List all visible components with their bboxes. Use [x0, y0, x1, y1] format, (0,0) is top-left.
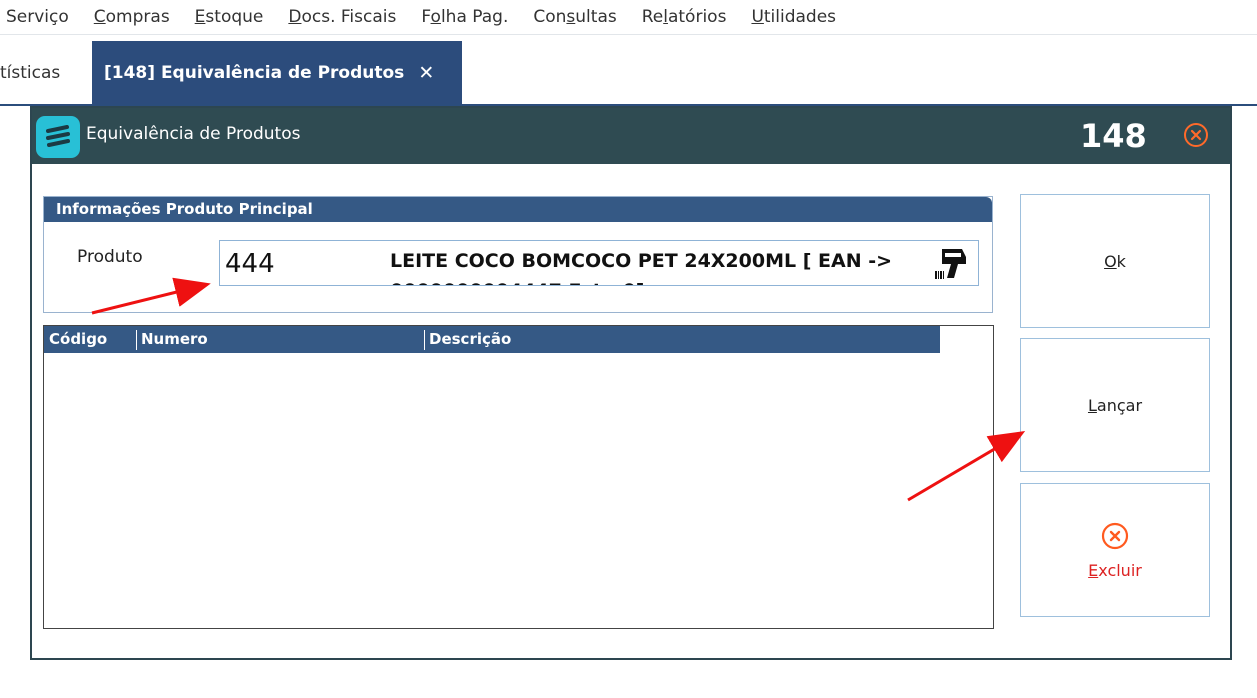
- tab-close-icon[interactable]: ✕: [418, 62, 434, 84]
- equivalencia-dialog: Equivalência de Produtos 148 Informações…: [30, 106, 1232, 660]
- produto-description: LEITE COCO BOMCOCO PET 24X200ML [ EAN ->…: [390, 250, 893, 285]
- info-group-header: Informações Produto Principal: [44, 197, 992, 222]
- menu-docs-fiscais[interactable]: Docs. Fiscais: [288, 7, 396, 27]
- delete-circle-icon: [1100, 521, 1130, 555]
- ok-button[interactable]: Ok: [1020, 194, 1210, 328]
- menu-bar: Serviço Compras Estoque Docs. Fiscais Fo…: [0, 0, 1257, 35]
- tab-estatisticas[interactable]: tísticas: [0, 41, 60, 104]
- excluir-button[interactable]: Excluir: [1020, 483, 1210, 617]
- tab-label: [148] Equivalência de Produtos: [104, 62, 405, 83]
- close-circle-icon[interactable]: [1182, 121, 1210, 153]
- column-numero[interactable]: Numero: [136, 330, 208, 350]
- column-codigo[interactable]: Código: [44, 330, 107, 350]
- dialog-titlebar: Equivalência de Produtos 148: [32, 108, 1230, 164]
- produto-code: 444: [225, 249, 275, 279]
- produto-field[interactable]: 444 LEITE COCO BOMCOCO PET 24X200ML [ EA…: [219, 240, 979, 286]
- tab-equivalencia-produtos[interactable]: [148] Equivalência de Produtos ✕: [92, 41, 462, 104]
- menu-consultas[interactable]: Consultas: [533, 7, 616, 27]
- produto-label: Produto: [77, 247, 143, 267]
- equivalencia-grid[interactable]: Código Numero Descrição: [43, 325, 994, 629]
- column-descricao[interactable]: Descrição: [424, 330, 511, 350]
- dialog-title: Equivalência de Produtos: [86, 124, 301, 144]
- menu-folha-pag[interactable]: Folha Pag.: [421, 7, 508, 27]
- menu-utilidades[interactable]: Utilidades: [751, 7, 836, 27]
- barcode-scanner-icon[interactable]: [933, 245, 969, 285]
- tab-strip: tísticas [148] Equivalência de Produtos …: [0, 35, 1257, 106]
- app-logo-icon: [36, 116, 80, 158]
- menu-estoque[interactable]: Estoque: [195, 7, 264, 27]
- dialog-number: 148: [1080, 117, 1147, 155]
- info-produto-group: Informações Produto Principal Produto 44…: [43, 196, 993, 313]
- menu-relatorios[interactable]: Relatórios: [642, 7, 727, 27]
- grid-header: Código Numero Descrição: [44, 326, 940, 353]
- menu-servico[interactable]: Serviço: [6, 7, 69, 27]
- menu-compras[interactable]: Compras: [94, 7, 170, 27]
- lancar-button[interactable]: Lançar: [1020, 338, 1210, 472]
